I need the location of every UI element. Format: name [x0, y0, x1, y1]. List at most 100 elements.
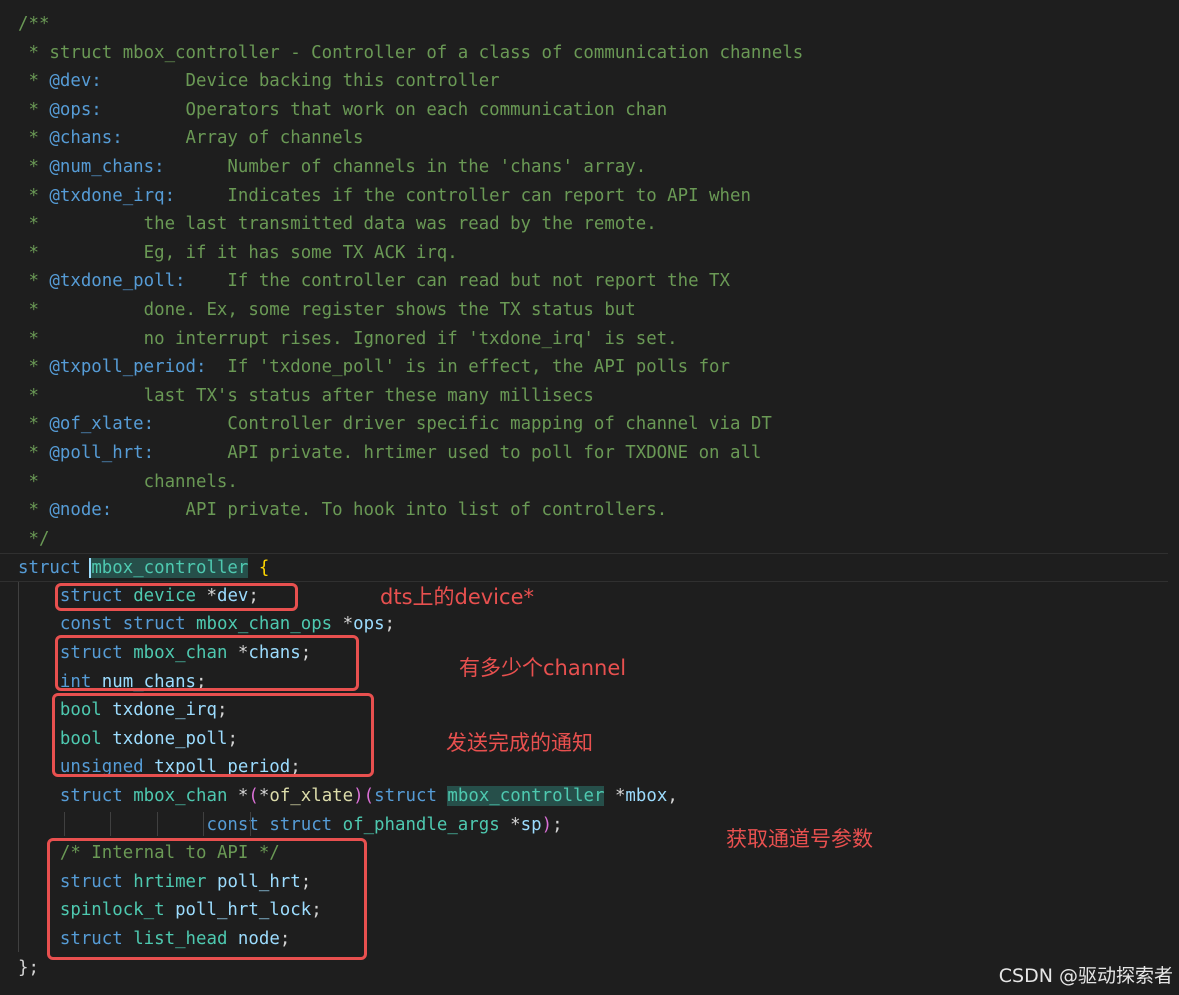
code-line[interactable]: */	[18, 525, 1168, 554]
code-token: Controller driver specific mapping of ch…	[154, 414, 772, 435]
code-line[interactable]: * @node: API private. To hook into list …	[18, 496, 1168, 525]
indent-guide	[157, 812, 158, 836]
indent-guide	[18, 582, 19, 952]
code-line[interactable]: * done. Ex, some register shows the TX s…	[18, 296, 1168, 325]
code-token: mbox	[625, 786, 668, 807]
code-line[interactable]: * @txdone_poll: If the controller can re…	[18, 267, 1168, 296]
code-token: node	[237, 929, 280, 949]
code-line[interactable]: * @of_xlate: Controller driver specific …	[18, 410, 1168, 439]
code-token: @ops:	[49, 99, 102, 120]
code-token: @of_xlate:	[49, 414, 155, 435]
code-token: * Eg, if it has some TX ACK irq.	[18, 242, 458, 263]
code-line[interactable]: /* Internal to API */	[18, 839, 1168, 868]
code-token: int	[59, 671, 92, 692]
code-token: *	[196, 585, 217, 606]
code-line[interactable]: const struct mbox_chan_ops *ops;	[18, 610, 1168, 639]
code-token: device	[133, 585, 197, 606]
code-token: @num_chans:	[49, 156, 165, 177]
code-token: * done. Ex, some register shows the TX s…	[18, 299, 636, 320]
code-token: *	[18, 71, 50, 92]
code-token: *	[499, 814, 521, 835]
code-line[interactable]: struct mbox_chan *(*of_xlate)(struct mbo…	[18, 782, 1168, 811]
code-token: ,	[667, 786, 678, 807]
code-editor[interactable]: /** * struct mbox_controller - Controlle…	[0, 10, 1168, 983]
code-line[interactable]: unsigned txpoll_period;	[18, 753, 1168, 782]
code-token: *	[18, 500, 50, 521]
code-token: txdone_poll	[112, 728, 228, 749]
code-line[interactable]: * struct mbox_controller - Controller of…	[18, 39, 1168, 68]
code-line[interactable]: * @txpoll_period: If 'txdone_poll' is in…	[18, 353, 1168, 382]
code-line[interactable]: struct device *dev;	[18, 582, 1168, 611]
code-line[interactable]: * @dev: Device backing this controller	[18, 67, 1168, 96]
code-token: poll_hrt_lock	[175, 900, 312, 921]
code-line[interactable]: * @txdone_irq: Indicates if the controll…	[18, 182, 1168, 211]
code-token: ;	[300, 643, 312, 664]
code-token: * last TX's status after these many mill…	[18, 385, 594, 406]
code-token: ;	[311, 900, 322, 921]
code-token: txpoll_period	[154, 757, 291, 778]
code-token: *	[227, 786, 249, 807]
code-token: struct	[59, 585, 123, 606]
code-line[interactable]: /**	[18, 10, 1168, 39]
code-line[interactable]: struct hrtimer poll_hrt;	[18, 868, 1168, 897]
code-token: Operators that work on each communicatio…	[101, 99, 668, 120]
code-token: struct	[122, 614, 186, 635]
code-token: bool	[59, 728, 102, 749]
code-token: ;	[227, 728, 238, 749]
code-line[interactable]: * @num_chans: Number of channels in the …	[18, 153, 1168, 182]
code-token: /* Internal to API */	[59, 843, 280, 864]
code-token: };	[18, 957, 39, 978]
code-line[interactable]: * last TX's status after these many mill…	[18, 382, 1168, 411]
code-token: chans	[248, 643, 301, 664]
code-token: dev	[216, 585, 249, 606]
code-line[interactable]: };	[18, 954, 1168, 983]
code-line[interactable]: * the last transmitted data was read by …	[18, 210, 1168, 239]
code-token: of_xlate	[269, 786, 354, 807]
code-token: *	[18, 357, 50, 378]
code-token: *	[18, 99, 50, 120]
code-line[interactable]: struct mbox_controller {	[0, 553, 1168, 582]
code-token: ;	[552, 814, 563, 835]
code-line[interactable]: const struct of_phandle_args *sp);	[18, 811, 1168, 840]
code-token: (	[363, 786, 375, 807]
code-line[interactable]: * @ops: Operators that work on each comm…	[18, 96, 1168, 125]
code-token: *	[18, 271, 50, 292]
code-line[interactable]: * @poll_hrt: API private. hrtimer used t…	[18, 439, 1168, 468]
code-token: mbox_chan	[133, 643, 228, 664]
code-token: ;	[279, 929, 291, 949]
code-token: ;	[300, 871, 312, 892]
code-token: )	[353, 786, 364, 807]
code-line[interactable]: * no interrupt rises. Ignored if 'txdone…	[18, 325, 1168, 354]
code-line[interactable]: bool txdone_irq;	[18, 696, 1168, 725]
code-line[interactable]: bool txdone_poll;	[18, 725, 1168, 754]
code-line[interactable]: * @chans: Array of channels	[18, 124, 1168, 153]
code-token: ;	[290, 757, 301, 778]
code-line[interactable]: struct list_head node;	[18, 925, 1168, 954]
dev-annotation: dts上的device*	[380, 585, 534, 609]
code-token: num_chans	[101, 671, 197, 692]
code-token: *	[604, 786, 626, 807]
code-line[interactable]: * channels.	[18, 468, 1168, 497]
code-token: @txdone_irq:	[49, 185, 176, 206]
code-line[interactable]: spinlock_t poll_hrt_lock;	[18, 896, 1168, 925]
code-token: Array of channels	[122, 128, 364, 149]
code-line[interactable]: * Eg, if it has some TX ACK irq.	[18, 239, 1168, 268]
